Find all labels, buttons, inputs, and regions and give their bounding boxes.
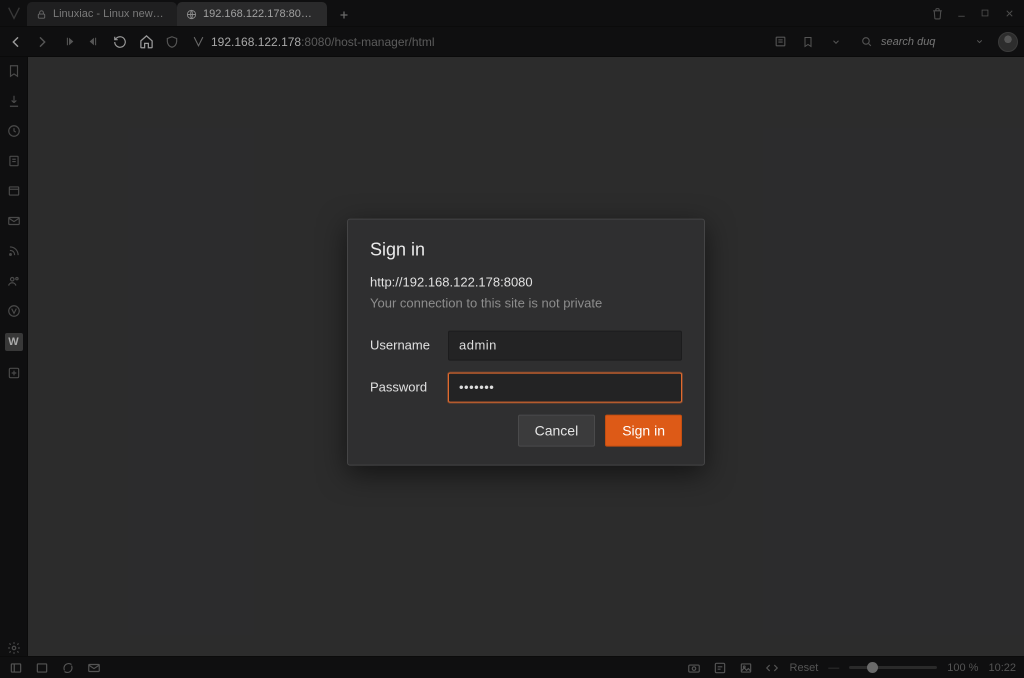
bookmark-icon[interactable] bbox=[798, 32, 818, 52]
signin-button[interactable]: Sign in bbox=[605, 414, 682, 446]
zoom-value: 100 % bbox=[947, 662, 978, 674]
clock[interactable]: 10:22 bbox=[988, 662, 1016, 674]
image-toggle-icon[interactable] bbox=[738, 660, 754, 676]
history-panel-icon[interactable] bbox=[6, 123, 22, 139]
contacts-panel-icon[interactable] bbox=[6, 273, 22, 289]
password-input[interactable] bbox=[448, 372, 682, 402]
fastforward-button[interactable] bbox=[84, 32, 104, 52]
minimize-button[interactable] bbox=[954, 6, 968, 20]
address-bar[interactable]: 192.168.122.178:8080/host-manager/html bbox=[188, 35, 764, 49]
side-panel: W bbox=[0, 57, 28, 656]
lock-icon bbox=[35, 8, 47, 20]
cancel-button[interactable]: Cancel bbox=[518, 414, 596, 446]
reader-icon[interactable] bbox=[770, 32, 790, 52]
vivaldi-panel-icon[interactable] bbox=[6, 303, 22, 319]
tiling-icon[interactable] bbox=[34, 660, 50, 676]
search-icon bbox=[860, 35, 873, 48]
reload-button[interactable] bbox=[110, 32, 130, 52]
username-row: Username bbox=[370, 330, 682, 360]
password-label: Password bbox=[370, 380, 448, 395]
app-logo-icon bbox=[0, 0, 27, 26]
dialog-buttons: Cancel Sign in bbox=[370, 414, 682, 446]
add-panel-icon[interactable] bbox=[6, 365, 22, 381]
url-host: 192.168.122.178 bbox=[211, 35, 301, 49]
tab-hostmanager[interactable]: 192.168.122.178:8080/hos bbox=[177, 2, 327, 26]
search-box[interactable] bbox=[854, 35, 990, 49]
zoom-reset[interactable]: Reset bbox=[790, 662, 819, 674]
devtools-icon[interactable] bbox=[764, 660, 780, 676]
username-input[interactable] bbox=[448, 330, 682, 360]
chevron-down-icon[interactable] bbox=[826, 32, 846, 52]
maximize-button[interactable] bbox=[978, 6, 992, 20]
feeds-panel-icon[interactable] bbox=[6, 243, 22, 259]
tab-label: 192.168.122.178:8080/hos bbox=[203, 8, 317, 20]
username-label: Username bbox=[370, 338, 448, 353]
tab-label: Linuxiac - Linux news, tuto bbox=[53, 8, 167, 20]
vivaldi-url-icon bbox=[192, 35, 205, 48]
zoom-slider-knob[interactable] bbox=[867, 662, 878, 673]
window-panel-icon[interactable] bbox=[6, 183, 22, 199]
downloads-panel-icon[interactable] bbox=[6, 93, 22, 109]
search-input[interactable] bbox=[879, 35, 969, 49]
back-button[interactable] bbox=[6, 32, 26, 52]
url-path: /host-manager/html bbox=[331, 35, 434, 49]
tab-linuxiac[interactable]: Linuxiac - Linux news, tuto bbox=[27, 2, 177, 26]
http-auth-dialog: Sign in http://192.168.122.178:8080 Your… bbox=[347, 218, 705, 465]
mail-panel-icon[interactable] bbox=[6, 213, 22, 229]
sync-icon[interactable] bbox=[60, 660, 76, 676]
page-actions-icon[interactable] bbox=[712, 660, 728, 676]
dialog-title: Sign in bbox=[370, 239, 682, 260]
settings-panel-icon[interactable] bbox=[6, 640, 22, 656]
dialog-site: http://192.168.122.178:8080 bbox=[370, 274, 682, 289]
close-button[interactable] bbox=[1002, 6, 1016, 20]
shield-icon[interactable] bbox=[162, 32, 182, 52]
tab-strip: Linuxiac - Linux news, tuto 192.168.122.… bbox=[27, 0, 355, 26]
window-titlebar: Linuxiac - Linux news, tuto 192.168.122.… bbox=[0, 0, 1024, 27]
profile-avatar[interactable] bbox=[998, 32, 1018, 52]
home-button[interactable] bbox=[136, 32, 156, 52]
bookmarks-panel-icon[interactable] bbox=[6, 63, 22, 79]
wikipedia-panel-icon[interactable]: W bbox=[5, 333, 23, 351]
capture-icon[interactable] bbox=[686, 660, 702, 676]
browser-toolbar: 192.168.122.178:8080/host-manager/html bbox=[0, 27, 1024, 57]
status-bar: Reset — 100 % 10:22 bbox=[0, 656, 1024, 678]
toolbar-right bbox=[770, 32, 1018, 52]
password-row: Password bbox=[370, 372, 682, 402]
forward-button[interactable] bbox=[32, 32, 52, 52]
mail-status-icon[interactable] bbox=[86, 660, 102, 676]
notes-panel-icon[interactable] bbox=[6, 153, 22, 169]
window-controls bbox=[922, 0, 1024, 26]
panel-toggle-icon[interactable] bbox=[8, 660, 24, 676]
page-content: Sign in http://192.168.122.178:8080 Your… bbox=[28, 57, 1024, 656]
rewind-button[interactable] bbox=[58, 32, 78, 52]
trash-icon[interactable] bbox=[930, 6, 944, 20]
zoom-slider[interactable] bbox=[849, 666, 937, 669]
new-tab-button[interactable] bbox=[333, 4, 355, 26]
chevron-down-icon[interactable] bbox=[975, 37, 984, 46]
dialog-warning: Your connection to this site is not priv… bbox=[370, 295, 682, 310]
url-port: :8080 bbox=[301, 35, 331, 49]
globe-icon bbox=[185, 8, 197, 20]
url-text: 192.168.122.178:8080/host-manager/html bbox=[211, 35, 435, 49]
